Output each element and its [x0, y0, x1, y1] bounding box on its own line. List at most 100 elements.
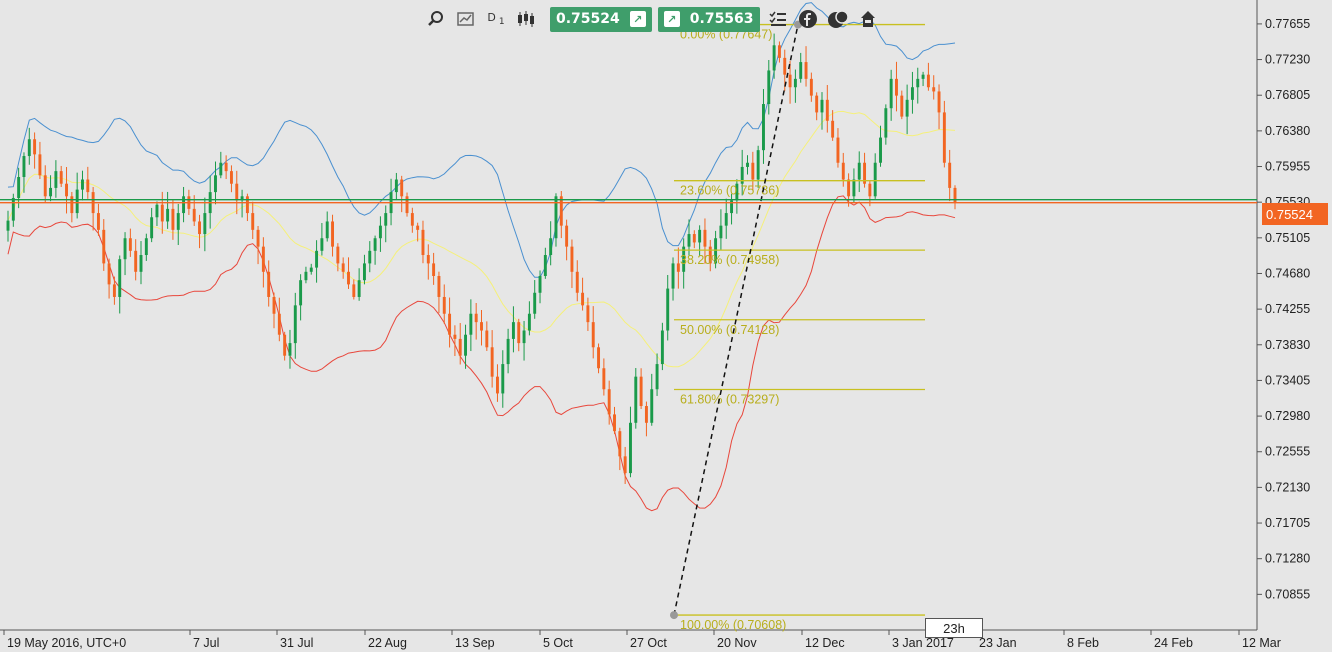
- candle-body: [70, 196, 74, 214]
- candle-body: [724, 213, 728, 226]
- x-tick-label: 19 May 2016, UTC+0: [7, 636, 126, 650]
- candle-body: [267, 271, 271, 297]
- candle-body: [777, 45, 781, 58]
- price-chart[interactable]: 0.00% (0.77647)23.60% (0.75786)38.20% (0…: [0, 0, 1332, 652]
- candle-body: [910, 87, 914, 100]
- candles-icon[interactable]: [514, 7, 538, 31]
- y-tick-label: 0.72130: [1265, 480, 1310, 494]
- candle-body: [17, 177, 21, 198]
- chart-settings-icon[interactable]: [454, 7, 478, 31]
- candle-body: [102, 229, 106, 264]
- candle-body: [453, 334, 457, 339]
- news-icon[interactable]: [826, 7, 850, 31]
- candle-body: [825, 99, 829, 121]
- candle-body: [235, 183, 239, 201]
- candle-body: [889, 78, 893, 109]
- candle-body: [112, 284, 116, 297]
- candle-body: [660, 330, 664, 365]
- candle-body: [128, 238, 132, 251]
- candle-body: [841, 162, 845, 180]
- candle-body: [448, 313, 452, 335]
- candle-body: [331, 221, 334, 247]
- timeframe-label: D: [487, 11, 496, 24]
- candle-countdown: 23h: [925, 618, 983, 638]
- x-tick-label: 12 Dec: [805, 636, 845, 650]
- zoom-icon[interactable]: [424, 7, 448, 31]
- candle-body: [772, 45, 776, 71]
- list-icon[interactable]: [766, 7, 790, 31]
- y-tick-label: 0.76805: [1265, 88, 1310, 102]
- candle-body: [325, 221, 329, 239]
- y-tick-label: 0.71280: [1265, 552, 1310, 566]
- candle-body: [405, 196, 409, 214]
- candle-body: [400, 179, 404, 197]
- candle-body: [27, 139, 31, 157]
- fib-anchor-low: [670, 611, 678, 620]
- buy-price: 0.75563: [689, 11, 754, 27]
- candle-body: [214, 175, 217, 193]
- candle-body: [107, 263, 111, 285]
- candle-body: [804, 62, 808, 79]
- candle-body: [809, 78, 813, 96]
- candle-body: [464, 334, 468, 356]
- y-tick-label: 0.73830: [1265, 338, 1310, 352]
- candle-body: [288, 343, 292, 356]
- candle-body: [820, 99, 824, 113]
- candle-body: [932, 87, 936, 92]
- y-tick-label: 0.77655: [1265, 17, 1310, 31]
- candle-body: [86, 179, 90, 193]
- candle-body: [533, 292, 537, 314]
- candle-body: [847, 179, 851, 197]
- candle-body: [490, 347, 494, 377]
- candle-body: [698, 229, 702, 243]
- candle-body: [134, 250, 138, 272]
- x-tick-label: 8 Feb: [1067, 636, 1099, 650]
- candle-body: [751, 162, 755, 180]
- candle-body: [277, 313, 281, 335]
- y-tick-label: 0.77230: [1265, 53, 1310, 67]
- candle-body: [192, 208, 196, 222]
- candle-body: [65, 183, 68, 197]
- candle-body: [394, 179, 398, 193]
- candle-body: [256, 229, 260, 247]
- candle-body: [788, 74, 792, 88]
- candle-body: [458, 338, 462, 356]
- candle-body: [793, 78, 797, 88]
- buy-arrow-icon: ↗: [663, 11, 680, 27]
- candle-body: [623, 456, 627, 474]
- timeframe-count: 1: [498, 17, 505, 27]
- candle-body: [352, 284, 356, 297]
- candle-body: [416, 225, 420, 230]
- y-tick-label: 0.75105: [1265, 231, 1310, 245]
- fib-level-label: 61.80% (0.73297): [680, 392, 779, 406]
- candle-body: [905, 99, 909, 117]
- candle-body: [283, 334, 287, 356]
- facebook-icon[interactable]: [796, 7, 820, 31]
- trader-icon[interactable]: [856, 7, 880, 31]
- y-tick-label: 0.76380: [1265, 124, 1310, 138]
- candle-body: [613, 414, 616, 432]
- candle-body: [182, 196, 186, 214]
- candle-body: [570, 246, 574, 272]
- fib-level-label: 50.00% (0.74128): [680, 323, 779, 337]
- candle-body: [857, 162, 861, 180]
- x-tick-label: 7 Jul: [193, 636, 219, 650]
- x-tick-label: 20 Nov: [717, 636, 757, 650]
- candle-body: [410, 213, 414, 226]
- candle-body: [336, 246, 340, 264]
- buy-button[interactable]: ↗ 0.75563: [657, 6, 760, 32]
- y-tick-label: 0.72555: [1265, 445, 1310, 459]
- candle-body: [506, 338, 510, 365]
- candle-body: [437, 275, 441, 297]
- candle-body: [304, 271, 308, 281]
- candle-body: [501, 364, 505, 394]
- candle-body: [421, 229, 425, 256]
- timeframe-selector[interactable]: D1: [484, 11, 508, 27]
- candle-body: [767, 70, 771, 105]
- sell-button[interactable]: 0.75524 ↗: [550, 6, 652, 32]
- candle-body: [517, 322, 521, 344]
- candle-body: [469, 313, 473, 335]
- candle-body: [219, 162, 223, 176]
- candle-body: [81, 179, 84, 190]
- candle-body: [948, 162, 952, 188]
